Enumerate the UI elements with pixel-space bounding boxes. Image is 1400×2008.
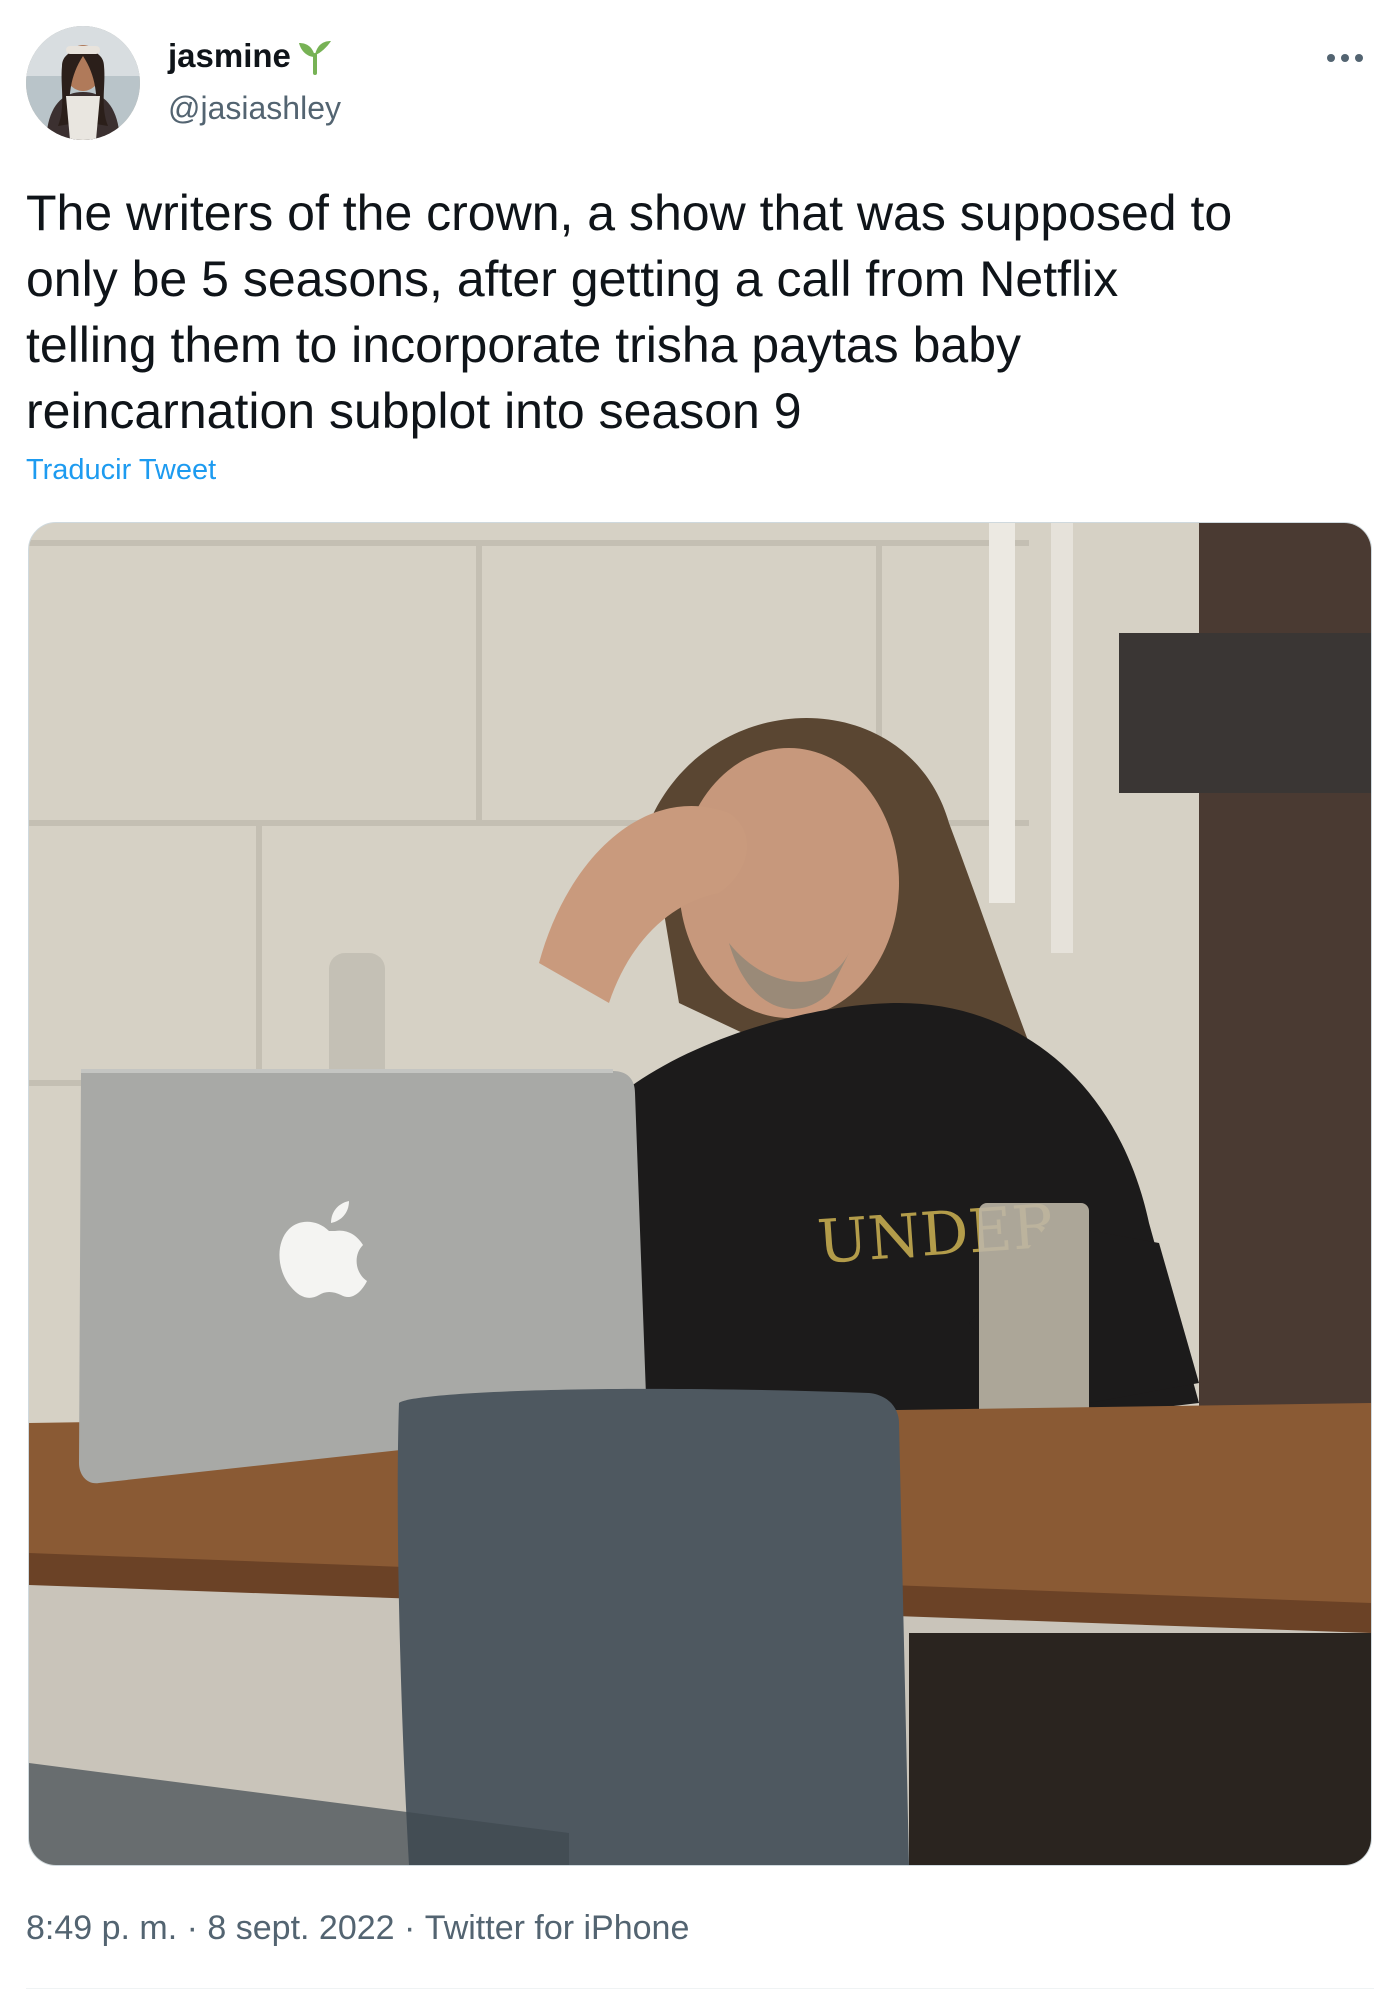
tweet-meta: 8:49 p. m. · 8 sept. 2022 · Twitter for …	[26, 1908, 689, 1948]
tweet-time[interactable]: 8:49 p. m.	[26, 1908, 177, 1948]
more-options-button[interactable]	[1320, 38, 1370, 78]
more-dots-icon	[1327, 54, 1363, 62]
photo-man-facepalm-laptop: UNDER	[29, 523, 1371, 1865]
author-display-name[interactable]: jasmine	[168, 36, 291, 76]
tweet-date[interactable]: 8 sept. 2022	[207, 1908, 394, 1948]
author-handle[interactable]: @jasiashley	[168, 88, 341, 128]
meta-separator: ·	[394, 1909, 425, 1947]
divider	[26, 1988, 1374, 1989]
meta-separator: ·	[177, 1909, 208, 1947]
avatar-photo	[26, 26, 140, 140]
seedling-icon	[298, 41, 331, 75]
tweet-text: The writers of the crown, a show that wa…	[26, 185, 1233, 439]
tweet-media-photo[interactable]: UNDER	[28, 522, 1372, 1866]
author-name-row[interactable]: jasmine	[168, 36, 335, 76]
translate-tweet-link[interactable]: Traducir Tweet	[26, 450, 216, 490]
tweet-source-link[interactable]: Twitter for iPhone	[425, 1908, 690, 1948]
author-avatar[interactable]	[26, 26, 140, 140]
